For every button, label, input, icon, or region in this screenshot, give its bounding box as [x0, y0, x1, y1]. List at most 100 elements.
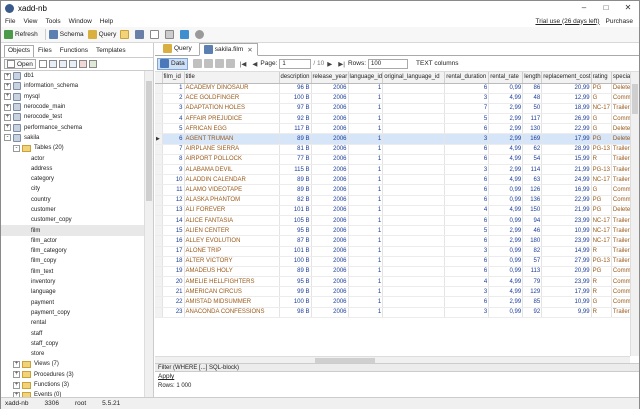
table-cell[interactable]: 14: [162, 215, 185, 227]
table-cell[interactable]: 6: [444, 184, 490, 196]
table-cell[interactable]: 4,99: [488, 154, 524, 166]
table-cell[interactable]: 89 B: [279, 184, 312, 196]
table-cell[interactable]: 2006: [311, 83, 349, 94]
tab-sakila-film[interactable]: sakila.film ✕: [198, 43, 258, 56]
table-row[interactable]: 18 ALTER VICTORY 100 B 2006 1 6 0,99 57 27,99 PG-…: [155, 256, 636, 267]
table-cell[interactable]: [382, 296, 446, 308]
tree-scroll-thumb[interactable]: [146, 81, 152, 201]
table-cell[interactable]: 15,99: [541, 154, 592, 166]
table-cell[interactable]: 3: [162, 103, 185, 115]
tree-node[interactable]: rental: [1, 318, 144, 328]
table-cell[interactable]: 22,99: [541, 123, 592, 135]
table-row[interactable]: 22 AMISTAD MIDSUMMER 100 B 2006 1 6 2,99 85 10,9…: [155, 296, 636, 308]
tree-node[interactable]: inventory: [1, 277, 144, 287]
tree-node[interactable]: + Procedures (3): [1, 370, 144, 380]
text-columns-label[interactable]: TEXT columns: [416, 60, 459, 67]
tree-node[interactable]: film_copy: [1, 256, 144, 266]
table-cell[interactable]: 2006: [311, 164, 349, 176]
copy-button[interactable]: [165, 30, 176, 39]
last-page-icon[interactable]: ▶|: [338, 60, 345, 68]
table-cell[interactable]: 6: [444, 123, 490, 135]
table-cell[interactable]: 14,99: [541, 246, 592, 257]
menu-view[interactable]: View: [23, 18, 37, 25]
table-cell[interactable]: 1: [348, 184, 384, 196]
table-cell[interactable]: 15: [162, 225, 185, 237]
table-cell[interactable]: 114: [522, 164, 543, 176]
table-cell[interactable]: 2006: [311, 184, 349, 196]
table-cell[interactable]: 3: [444, 93, 490, 104]
next-page-icon[interactable]: ▶: [327, 60, 332, 68]
table-cell[interactable]: 100 B: [279, 93, 312, 104]
tree-node[interactable]: + mysql: [1, 92, 144, 102]
table-cell[interactable]: [382, 246, 446, 257]
tree-node[interactable]: payment: [1, 298, 144, 308]
table-cell[interactable]: 4: [444, 276, 490, 288]
maximize-icon[interactable]: □: [595, 1, 617, 15]
table-row[interactable]: 14 ALICE FANTASIA 105 B 2006 1 6 0,99 94 23,99 NC…: [155, 215, 636, 227]
table-cell[interactable]: ALABAMA DEVIL: [184, 164, 280, 176]
table-cell[interactable]: 1: [348, 296, 384, 308]
table-cell[interactable]: 7: [162, 144, 185, 155]
table-cell[interactable]: 27,99: [541, 256, 592, 267]
table-cell[interactable]: 1: [348, 266, 384, 278]
prev-page-icon[interactable]: ◀: [252, 60, 257, 68]
tree-node[interactable]: customer_copy: [1, 215, 144, 225]
table-cell[interactable]: ALADDIN CALENDAR: [184, 174, 280, 186]
table-cell[interactable]: 1: [348, 246, 384, 257]
expand-icon[interactable]: +: [13, 381, 20, 389]
query-button[interactable]: Query: [87, 30, 116, 39]
table-cell[interactable]: R: [591, 307, 612, 318]
table-cell[interactable]: 89 B: [279, 174, 312, 186]
table-cell[interactable]: G: [591, 296, 612, 308]
table-cell[interactable]: 136: [522, 195, 543, 206]
table-cell[interactable]: 2,99: [488, 133, 524, 145]
table-cell[interactable]: 6: [444, 266, 490, 278]
tree-node[interactable]: - sakila: [1, 133, 144, 143]
close-icon[interactable]: ✕: [617, 1, 639, 15]
table-row[interactable]: 19 AMADEUS HOLY 89 B 2006 1 6 0,99 113 20,99 PG Co…: [155, 266, 636, 278]
menu-help[interactable]: Help: [100, 18, 113, 25]
row-indicator[interactable]: [155, 215, 163, 227]
close-tab-icon[interactable]: ✕: [247, 46, 252, 54]
table-cell[interactable]: 1: [348, 307, 384, 318]
table-cell[interactable]: 23,99: [541, 276, 592, 288]
table-cell[interactable]: 23,99: [541, 235, 592, 247]
tree-node[interactable]: film: [1, 225, 144, 236]
table-cell[interactable]: 12,99: [541, 93, 592, 104]
table-cell[interactable]: 92: [522, 307, 543, 318]
table-cell[interactable]: 57: [522, 256, 543, 267]
tree-node[interactable]: film_text: [1, 267, 144, 277]
table-cell[interactable]: 1: [348, 133, 384, 145]
table-cell[interactable]: 1: [348, 256, 384, 267]
table-cell[interactable]: AMADEUS HOLY: [184, 266, 280, 278]
table-cell[interactable]: 85: [522, 296, 543, 308]
table-cell[interactable]: AFFAIR PREJUDICE: [184, 113, 280, 125]
table-cell[interactable]: NC-17: [591, 215, 612, 227]
table-cell[interactable]: AMERICAN CIRCUS: [184, 286, 280, 298]
table-cell[interactable]: [382, 164, 446, 176]
table-cell[interactable]: 4: [444, 205, 490, 216]
table-row[interactable]: 9 ALABAMA DEVIL 115 B 2006 1 3 2,99 114 21,99 PG-…: [155, 164, 636, 176]
table-cell[interactable]: ALIEN CENTER: [184, 225, 280, 237]
apply-button[interactable]: Apply: [155, 373, 639, 380]
row-indicator[interactable]: [155, 154, 163, 166]
tab-objects[interactable]: Objects: [4, 45, 35, 57]
table-cell[interactable]: 79: [522, 276, 543, 288]
table-cell[interactable]: 169: [522, 133, 543, 145]
table-cell[interactable]: 82: [522, 246, 543, 257]
table-cell[interactable]: 105 B: [279, 215, 312, 227]
table-cell[interactable]: 2006: [311, 266, 349, 278]
table-cell[interactable]: 2006: [311, 154, 349, 166]
new-object-icon[interactable]: [38, 60, 47, 68]
refresh-tree-icon[interactable]: [88, 60, 97, 68]
table-cell[interactable]: 2006: [311, 246, 349, 257]
table-cell[interactable]: 2006: [311, 225, 349, 237]
table-row[interactable]: 8 AIRPORT POLLOCK 77 B 2006 1 6 4,99 54 15,99 R Tr…: [155, 154, 636, 166]
table-cell[interactable]: 0,99: [488, 195, 524, 206]
table-cell[interactable]: 4,99: [488, 276, 524, 288]
tree-node[interactable]: + Views (7): [1, 359, 144, 369]
minimize-icon[interactable]: –: [573, 1, 595, 15]
tree-node[interactable]: language: [1, 287, 144, 297]
table-cell[interactable]: [382, 144, 446, 155]
table-cell[interactable]: [382, 123, 446, 135]
